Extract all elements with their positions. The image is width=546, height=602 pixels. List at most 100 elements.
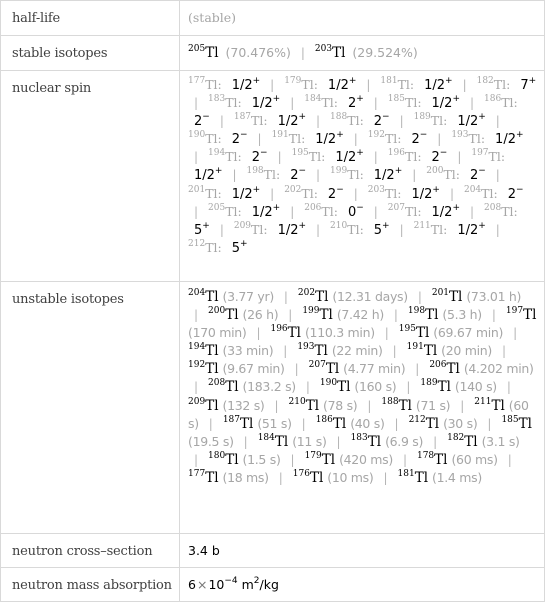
element-symbol: Tl (398, 397, 412, 414)
half-life: (1.4 ms) (432, 469, 482, 485)
spin: 1/2 (231, 186, 253, 202)
spin: 1/2 (315, 132, 337, 148)
isotope-symbol: 185Tl (501, 415, 532, 432)
spin-isotope: 209Tl: (234, 221, 268, 237)
neutron-cross-section-label: neutron cross–section (0, 533, 180, 568)
mass-number: 180 (208, 450, 226, 461)
mass-number: 203 (314, 44, 333, 54)
element-symbol: Tl (314, 343, 328, 360)
spin-isotope: 198Tl: (246, 167, 281, 183)
element-symbol: Tl: (347, 113, 364, 129)
mass-number: 199 (330, 166, 348, 177)
spin-value: 2− (252, 149, 268, 166)
spin-value: 1/2+ (252, 95, 280, 112)
spin-isotope: 181Tl: (380, 77, 415, 93)
element-symbol: Tl (423, 343, 438, 360)
isotope-symbol: 187Tl (222, 414, 254, 432)
separator: | (256, 326, 261, 341)
element-symbol: Tl: (321, 95, 338, 111)
element-symbol: Tl: (397, 77, 415, 92)
unstable-isotopes-value: 204Tl (3.77 yr) | 202Tl (12.31 days) | 2… (179, 281, 545, 534)
separator: | (507, 452, 512, 467)
parity: + (336, 130, 344, 141)
element-symbol: Tl: (493, 77, 511, 92)
parity: + (478, 112, 486, 123)
spin-isotope: 206Tl: (304, 202, 338, 219)
mass-number: 206 (304, 202, 322, 213)
parity: − (515, 184, 524, 195)
element-symbol: Tl: (384, 185, 402, 201)
half-life: (420 ms) (339, 451, 393, 467)
separator: | (219, 114, 224, 129)
stable-isotope-entry: 203Tl (29.524%) (314, 44, 418, 62)
mass-number: 207 (387, 202, 405, 213)
spin: 2 (507, 186, 516, 202)
mass-number: 197 (505, 306, 524, 317)
spin-isotope: 199Tl: (330, 166, 364, 183)
parity: + (382, 220, 390, 231)
half-life-text: (stable) (188, 10, 237, 25)
row-neutron-mass-absorption: neutron mass absorption 6×10−4 m2/kg (0, 567, 545, 602)
parity: + (298, 220, 307, 231)
separator: | (495, 168, 500, 183)
isotope-symbol: 183Tl (351, 433, 382, 450)
parity: + (348, 76, 357, 86)
spin-isotope: 208Tl: (484, 203, 518, 219)
element-symbol: Tl: (263, 167, 281, 183)
mass-number: 198 (407, 306, 426, 317)
spin: 2 (469, 168, 479, 184)
spin-value: 1/2+ (232, 77, 260, 94)
separator: | (469, 204, 475, 219)
element-symbol: Tl (414, 469, 429, 486)
element-symbol: Tl (446, 361, 460, 378)
isotope-symbol: 201Tl (431, 288, 463, 306)
spin-value: 2− (432, 149, 448, 166)
row-neutron-cross-section: neutron cross–section 3.4 b (0, 533, 545, 568)
mantissa: 6 (188, 577, 196, 592)
parity: + (252, 184, 261, 195)
mass-number: 200 (208, 306, 226, 317)
mass-number: 201 (188, 184, 206, 195)
separator: | (336, 434, 341, 449)
nuclear-spin-value: 177Tl: 1/2+ | 179Tl: 1/2+ | 181Tl: 1/2+ … (179, 70, 545, 282)
mass-number: 187 (222, 414, 240, 425)
spin-isotope: 179Tl: (284, 77, 318, 93)
unit: m (241, 577, 254, 592)
half-life: (1.5 s) (242, 451, 281, 467)
mass-absorption-expression: 6×10−4 m2/kg (188, 577, 279, 593)
element-symbol: Tl (449, 289, 463, 305)
mass-number: 201 (431, 288, 450, 298)
spin-value: 1/2+ (424, 76, 453, 94)
element-symbol: Tl (225, 451, 239, 468)
spin-value: 1/2+ (335, 149, 363, 166)
spin-value: 0− (348, 203, 364, 220)
parity: + (445, 76, 453, 86)
element-symbol: Tl (337, 379, 351, 396)
spin-isotope: 204Tl: (464, 185, 498, 201)
element-symbol: Tl: (430, 221, 448, 237)
half-life-label: half-life (0, 0, 180, 36)
separator: | (194, 204, 199, 219)
spin-isotope: 210Tl: (330, 221, 364, 237)
spin-value: 1/2+ (252, 203, 280, 220)
mass-number: 205 (208, 202, 226, 213)
separator: | (219, 222, 224, 237)
mass-number: 186 (315, 414, 333, 425)
row-stable-isotopes: stable isotopes 205Tl (70.476%) | 203Tl … (0, 35, 545, 71)
isotope-symbol: 181Tl (398, 469, 429, 486)
spin: 1/2 (431, 204, 453, 220)
separator: | (394, 416, 399, 431)
element-symbol: Tl (415, 325, 430, 342)
mass-number: 202 (284, 184, 302, 195)
element-symbol: Tl: (347, 221, 364, 237)
row-nuclear-spin: nuclear spin 177Tl: 1/2+ | 179Tl: 1/2+ |… (0, 70, 545, 282)
mass-number: 176 (292, 468, 310, 479)
half-life: (12.31 days) (332, 289, 408, 304)
spin-isotope: 186Tl: (484, 95, 518, 111)
spin-isotope: 184Tl: (304, 95, 338, 111)
element-symbol: Tl (205, 289, 219, 305)
separator: | (433, 434, 438, 449)
separator: | (353, 186, 358, 201)
half-life: (140 s) (454, 379, 497, 395)
separator: | (305, 380, 310, 395)
